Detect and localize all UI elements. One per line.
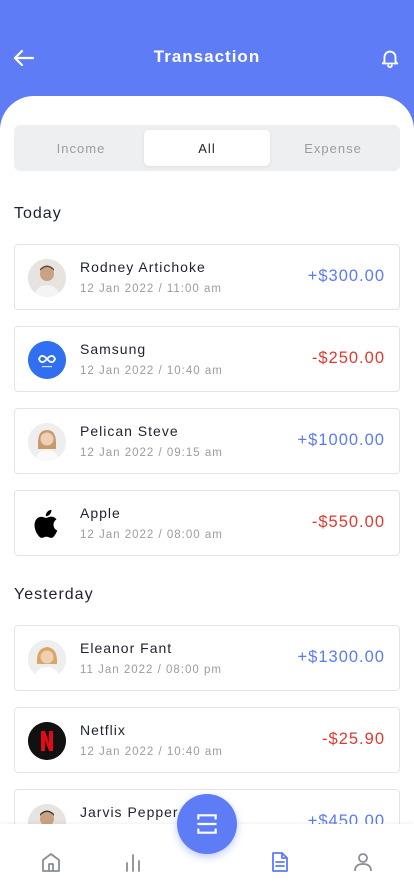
nav-home[interactable] [37, 848, 65, 876]
stats-icon [126, 854, 140, 872]
transaction-name: Rodney Artichoke [80, 259, 206, 275]
transaction-card[interactable]: Eleanor Fant 11 Jan 2022 / 08:00 pm +$13… [14, 625, 400, 691]
nav-profile[interactable] [349, 848, 377, 876]
nav-documents[interactable] [266, 848, 294, 876]
tab-income[interactable]: Income [18, 130, 144, 166]
section-title-today: Today [14, 205, 62, 222]
nav-stats[interactable] [119, 848, 147, 876]
apple-logo-icon [34, 509, 58, 538]
transaction-date: 12 Jan 2022 / 08:00 am [80, 529, 223, 541]
transaction-name: Jarvis Pepper [80, 804, 179, 820]
person-avatar-icon [28, 423, 66, 461]
notifications-button[interactable] [376, 44, 404, 72]
scan-icon [197, 814, 217, 834]
transaction-amount: -$550.00 [311, 513, 385, 531]
transaction-amount: +$1300.00 [297, 648, 385, 666]
transaction-date: 12 Jan 2022 / 10:40 am [80, 365, 223, 377]
transaction-card[interactable]: Rodney Artichoke 12 Jan 2022 / 11:00 am … [14, 244, 400, 310]
scan-button[interactable] [177, 794, 237, 854]
bell-icon [381, 50, 399, 69]
transaction-date: 12 Jan 2022 / 11:00 am [80, 283, 222, 295]
avatar [28, 423, 66, 461]
netflix-logo-icon [28, 722, 66, 760]
section-title-yesterday: Yesterday [14, 586, 94, 603]
content-sheet: Income All Expense Today Rodney Artichok… [0, 96, 414, 896]
avatar [28, 259, 66, 297]
avatar [28, 722, 66, 760]
document-icon [272, 852, 288, 872]
transaction-card[interactable]: Apple 12 Jan 2022 / 08:00 am -$550.00 [14, 490, 400, 556]
avatar [28, 341, 66, 379]
person-avatar-icon [28, 259, 66, 297]
transaction-amount: +$1000.00 [297, 431, 385, 449]
transaction-amount: +$300.00 [307, 267, 385, 285]
profile-icon [354, 853, 372, 872]
transaction-card[interactable]: Samsung 12 Jan 2022 / 10:40 am -$250.00 [14, 326, 400, 392]
transaction-amount: -$250.00 [311, 349, 385, 367]
transaction-name: Netflix [80, 722, 126, 738]
transaction-name: Samsung [80, 341, 147, 357]
transaction-date: 12 Jan 2022 / 09:15 am [80, 447, 223, 459]
transaction-name: Eleanor Fant [80, 640, 173, 656]
filter-tabs: Income All Expense [14, 125, 400, 171]
home-icon [42, 853, 60, 872]
transaction-date: 11 Jan 2022 / 08:00 pm [80, 664, 222, 676]
transaction-amount: -$25.90 [322, 730, 385, 748]
person-avatar-icon [28, 640, 66, 678]
transaction-card[interactable]: Pelican Steve 12 Jan 2022 / 09:15 am +$1… [14, 408, 400, 474]
tab-all[interactable]: All [144, 130, 270, 166]
samsung-logo-icon [28, 341, 66, 379]
tab-expense[interactable]: Expense [270, 130, 396, 166]
avatar [28, 505, 66, 543]
transaction-name: Pelican Steve [80, 423, 179, 439]
transaction-name: Apple [80, 505, 121, 521]
transaction-card[interactable]: Netflix 12 Jan 2022 / 10:40 am -$25.90 [14, 707, 400, 773]
page-title: Transaction [153, 47, 261, 66]
avatar [28, 640, 66, 678]
transaction-date: 12 Jan 2022 / 10:40 am [80, 746, 223, 758]
